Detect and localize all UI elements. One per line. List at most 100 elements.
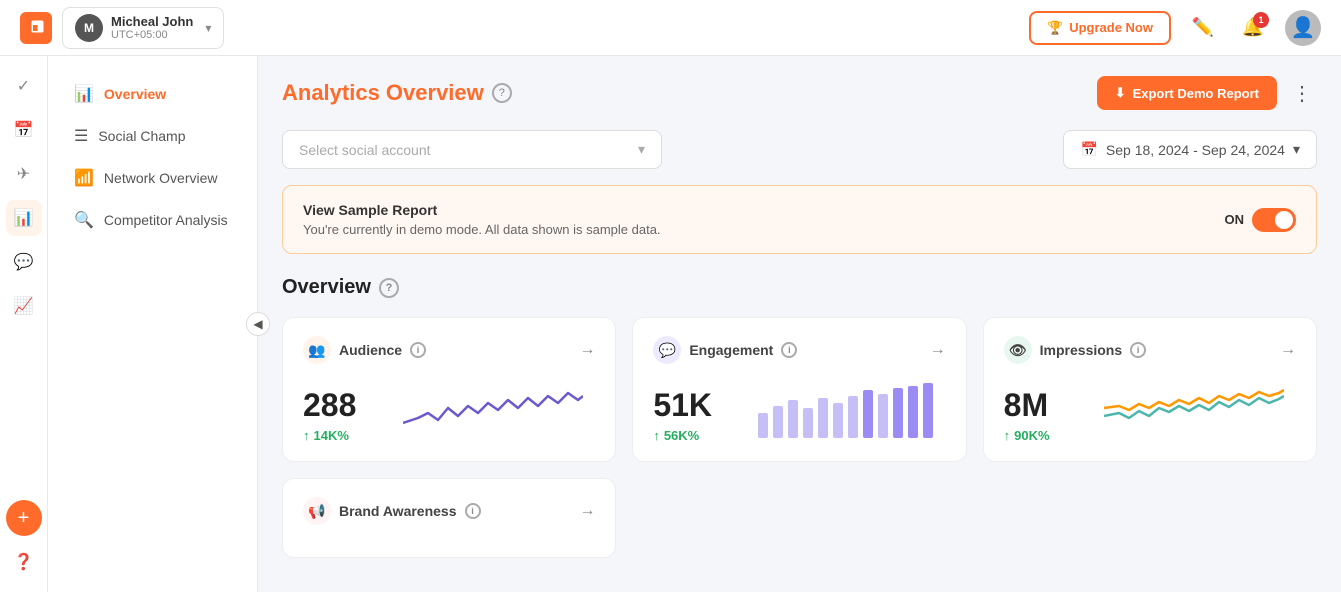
download-icon: ⬇ — [1115, 85, 1126, 101]
sidebar-item-overview[interactable]: 📊 Overview — [56, 74, 249, 114]
toggle-switch[interactable] — [1252, 208, 1296, 232]
topbar-left: M Micheal John UTC+05:00 ▾ — [20, 7, 224, 49]
select-account-chevron: ▾ — [638, 141, 645, 158]
nav-calendar[interactable]: 📅 — [6, 112, 42, 148]
nav-help[interactable]: ❓ — [6, 544, 42, 580]
impressions-card-header: 👁 Impressions i → — [1004, 336, 1296, 364]
brand-awareness-card: 📢 Brand Awareness i → — [282, 478, 616, 558]
notifications-button[interactable]: 🔔 1 — [1235, 10, 1271, 46]
sidebar-item-social-champ[interactable]: ☰ Social Champ — [56, 116, 249, 156]
filters-row: Select social account ▾ 📅 Sep 18, 2024 -… — [282, 130, 1317, 169]
impressions-growth-icon: ↑ — [1004, 428, 1011, 443]
demo-banner-text: View Sample Report You're currently in d… — [303, 202, 661, 237]
date-range-chevron: ▾ — [1293, 141, 1300, 158]
topbar: M Micheal John UTC+05:00 ▾ 🏆 Upgrade Now… — [0, 0, 1341, 56]
social-account-selector[interactable]: Select social account ▾ — [282, 130, 662, 169]
sidebar-item-network-label: Network Overview — [104, 170, 218, 186]
user-selector[interactable]: M Micheal John UTC+05:00 ▾ — [62, 7, 224, 49]
user-text: Micheal John UTC+05:00 — [111, 14, 193, 41]
bottom-cards-grid: 📢 Brand Awareness i → — [282, 478, 1317, 558]
sidebar-item-overview-label: Overview — [104, 86, 166, 102]
impressions-icon: 👁 — [1004, 336, 1032, 364]
engagement-card-header: 💬 Engagement i → — [653, 336, 945, 364]
impressions-arrow[interactable]: → — [1280, 341, 1296, 359]
main-body: ✓ 📅 ✈ 📊 💬 📈 + ❓ 📊 Overview ☰ So — [0, 56, 1341, 592]
brand-icon: 📢 — [303, 497, 331, 525]
audience-growth: ↑ 14K% — [303, 428, 383, 443]
trophy-icon: 🏆 — [1047, 20, 1063, 36]
audience-card-header: 👥 Audience i → — [303, 336, 595, 364]
select-account-placeholder: Select social account — [299, 142, 431, 158]
audience-card: 👥 Audience i → 288 ↑ 14K% — [282, 317, 616, 462]
topbar-right: 🏆 Upgrade Now ✏️ 🔔 1 👤 — [1029, 10, 1321, 46]
more-options-button[interactable]: ⋮ — [1287, 78, 1317, 108]
demo-banner: View Sample Report You're currently in d… — [282, 185, 1317, 254]
audience-value: 288 — [303, 387, 383, 424]
engagement-card-title: 💬 Engagement i — [653, 336, 797, 364]
page-title: Analytics Overview — [282, 80, 484, 106]
overview-help-icon[interactable]: ? — [379, 278, 399, 298]
user-name: Micheal John — [111, 14, 193, 29]
impressions-help-icon[interactable]: i — [1130, 342, 1146, 358]
notification-badge: 1 — [1253, 12, 1269, 28]
growth-up-icon: ↑ — [303, 428, 310, 443]
toggle-knob — [1275, 211, 1293, 229]
profile-button[interactable]: 👤 — [1285, 10, 1321, 46]
sidebar-item-social-champ-label: Social Champ — [98, 128, 185, 144]
compose-icon: ✏️ — [1192, 17, 1214, 38]
date-range-picker[interactable]: 📅 Sep 18, 2024 - Sep 24, 2024 ▾ — [1063, 130, 1317, 169]
brand-awareness-header: 📢 Brand Awareness i → — [303, 497, 595, 525]
nav-checkmark[interactable]: ✓ — [6, 68, 42, 104]
sidebar-item-competitor[interactable]: 🔍 Competitor Analysis — [56, 200, 249, 240]
engagement-growth: ↑ 56K% — [653, 428, 733, 443]
engagement-card-body: 51K ↑ 56K% — [653, 378, 945, 443]
demo-banner-description: You're currently in demo mode. All data … — [303, 222, 661, 237]
nav-analytics[interactable]: 📊 — [6, 200, 42, 236]
main-content: Analytics Overview ? ⬇ Export Demo Repor… — [258, 56, 1341, 592]
content-title: Analytics Overview ? — [282, 80, 512, 106]
export-button[interactable]: ⬇ Export Demo Report — [1097, 76, 1277, 110]
engagement-arrow[interactable]: → — [930, 341, 946, 359]
nav-add[interactable]: + — [6, 500, 42, 536]
nav-messages[interactable]: 💬 — [6, 244, 42, 280]
upgrade-button[interactable]: 🏆 Upgrade Now — [1029, 11, 1171, 45]
title-help-icon[interactable]: ? — [492, 83, 512, 103]
sidebar: 📊 Overview ☰ Social Champ 📶 Network Over… — [48, 56, 258, 592]
audience-help-icon[interactable]: i — [410, 342, 426, 358]
sidebar-item-network-overview[interactable]: 📶 Network Overview — [56, 158, 249, 198]
audience-stats: 288 ↑ 14K% — [303, 387, 383, 443]
impressions-stats: 8M ↑ 90K% — [1004, 387, 1084, 443]
user-timezone: UTC+05:00 — [111, 29, 193, 41]
cards-grid: 👥 Audience i → 288 ↑ 14K% — [282, 317, 1317, 462]
sidebar-collapse-button[interactable]: ◀ — [246, 312, 270, 336]
audience-chart — [403, 378, 595, 443]
audience-card-title: 👥 Audience i — [303, 336, 426, 364]
toggle-label: ON — [1225, 212, 1245, 227]
engagement-help-icon[interactable]: i — [781, 342, 797, 358]
engagement-card: 💬 Engagement i → 51K ↑ 56K% — [632, 317, 966, 462]
demo-toggle[interactable]: ON — [1225, 208, 1297, 232]
nav-waveform[interactable]: 📈 — [6, 288, 42, 324]
content-header: Analytics Overview ? ⬇ Export Demo Repor… — [282, 76, 1317, 110]
audience-card-body: 288 ↑ 14K% — [303, 378, 595, 443]
brand-arrow[interactable]: → — [579, 502, 595, 520]
profile-icon: 👤 — [1291, 15, 1316, 40]
user-avatar: M — [75, 14, 103, 42]
impressions-card: 👁 Impressions i → 8M ↑ 90K% — [983, 317, 1317, 462]
impressions-value: 8M — [1004, 387, 1084, 424]
brand-help-icon[interactable]: i — [465, 503, 481, 519]
compose-button[interactable]: ✏️ — [1185, 10, 1221, 46]
nav-send[interactable]: ✈ — [6, 156, 42, 192]
brand-awareness-title: 📢 Brand Awareness i — [303, 497, 481, 525]
user-dropdown-icon: ▾ — [205, 21, 211, 35]
audience-arrow[interactable]: → — [579, 341, 595, 359]
engagement-value: 51K — [653, 387, 733, 424]
demo-banner-title: View Sample Report — [303, 202, 661, 218]
impressions-growth: ↑ 90K% — [1004, 428, 1084, 443]
social-champ-icon: ☰ — [74, 126, 88, 146]
engagement-growth-icon: ↑ — [653, 428, 660, 443]
engagement-icon: 💬 — [653, 336, 681, 364]
date-range-text: Sep 18, 2024 - Sep 24, 2024 — [1106, 142, 1285, 158]
overview-icon: 📊 — [74, 84, 94, 104]
impressions-chart — [1104, 378, 1296, 443]
